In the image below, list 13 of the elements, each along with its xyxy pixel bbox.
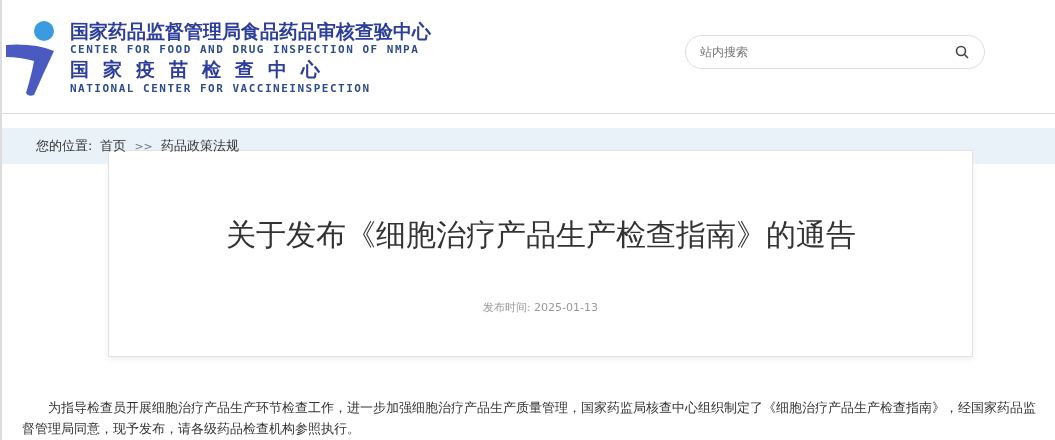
breadcrumb-label: 您的位置: [36,137,93,155]
search-field[interactable]: 站内搜索 [685,34,985,69]
breadcrumb-link[interactable]: 首页 [100,137,127,155]
center-name-english: NATIONAL CENTER FOR VACCINEINSPECTION [70,81,372,95]
search-icon[interactable] [955,44,969,59]
center-name: 国家疫苗检查中心 [70,56,335,82]
org-name: 国家药品监督管理局食品药品审核查验中心 [70,18,431,43]
org-name-english: CENTER FOR FOOD AND DRUG INSPECTION OF NMPA [70,42,421,56]
publish-date: 发布时间: 2025-01-13 [482,299,599,315]
article-paragraph: 为指导检查员开展细胞治疗产品生产环节检查工作，进一步加强细胞治疗产品生产质量管理，国家药监局核查中心组织制定了《细胞治疗产品生产检查指南》，经国家药品监督管理局同意，现予发布，请各级药品检查机构参照执行。 [22,399,1037,438]
breadcrumb-separator: >> [134,139,153,153]
breadcrumb-link[interactable]: 药品政策法规 [160,137,239,155]
article-title: 关于发布《细胞治疗产品生产检查指南》的通告 [225,215,856,254]
